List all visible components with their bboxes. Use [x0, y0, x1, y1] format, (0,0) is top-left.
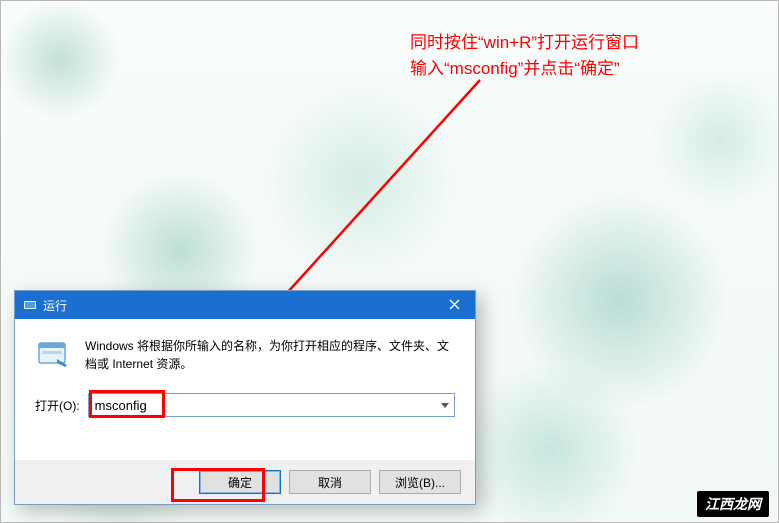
- open-input[interactable]: [88, 393, 455, 417]
- cancel-button[interactable]: 取消: [289, 470, 371, 494]
- open-label: 打开(O):: [35, 397, 82, 414]
- annotation-text: 同时按住“win+R”打开运行窗口 输入“msconfig”并点击“确定”: [410, 30, 639, 82]
- run-icon: [35, 337, 71, 373]
- ok-button[interactable]: 确定: [199, 470, 281, 494]
- dialog-description: Windows 将根据你所输入的名称，为你打开相应的程序、文件夹、文档或 Int…: [85, 337, 455, 373]
- annotation-line-1: 同时按住“win+R”打开运行窗口: [410, 30, 639, 56]
- dialog-body: Windows 将根据你所输入的名称，为你打开相应的程序、文件夹、文档或 Int…: [15, 319, 475, 417]
- open-combobox[interactable]: [88, 393, 455, 417]
- chevron-down-icon[interactable]: [436, 394, 454, 416]
- button-row: 确定 取消 浏览(B)...: [15, 460, 475, 504]
- close-button[interactable]: [433, 291, 475, 319]
- run-titlebar-icon: [23, 298, 37, 312]
- watermark: 江西龙网: [697, 491, 769, 517]
- close-icon: [449, 297, 460, 313]
- dialog-title: 运行: [43, 297, 67, 314]
- browse-button[interactable]: 浏览(B)...: [379, 470, 461, 494]
- titlebar[interactable]: 运行: [15, 291, 475, 319]
- run-dialog: 运行 Windows 将根据你所输入的名称，为你打开相应的程序、文件夹、文档或 …: [14, 290, 476, 505]
- annotation-line-2: 输入“msconfig”并点击“确定”: [410, 56, 639, 82]
